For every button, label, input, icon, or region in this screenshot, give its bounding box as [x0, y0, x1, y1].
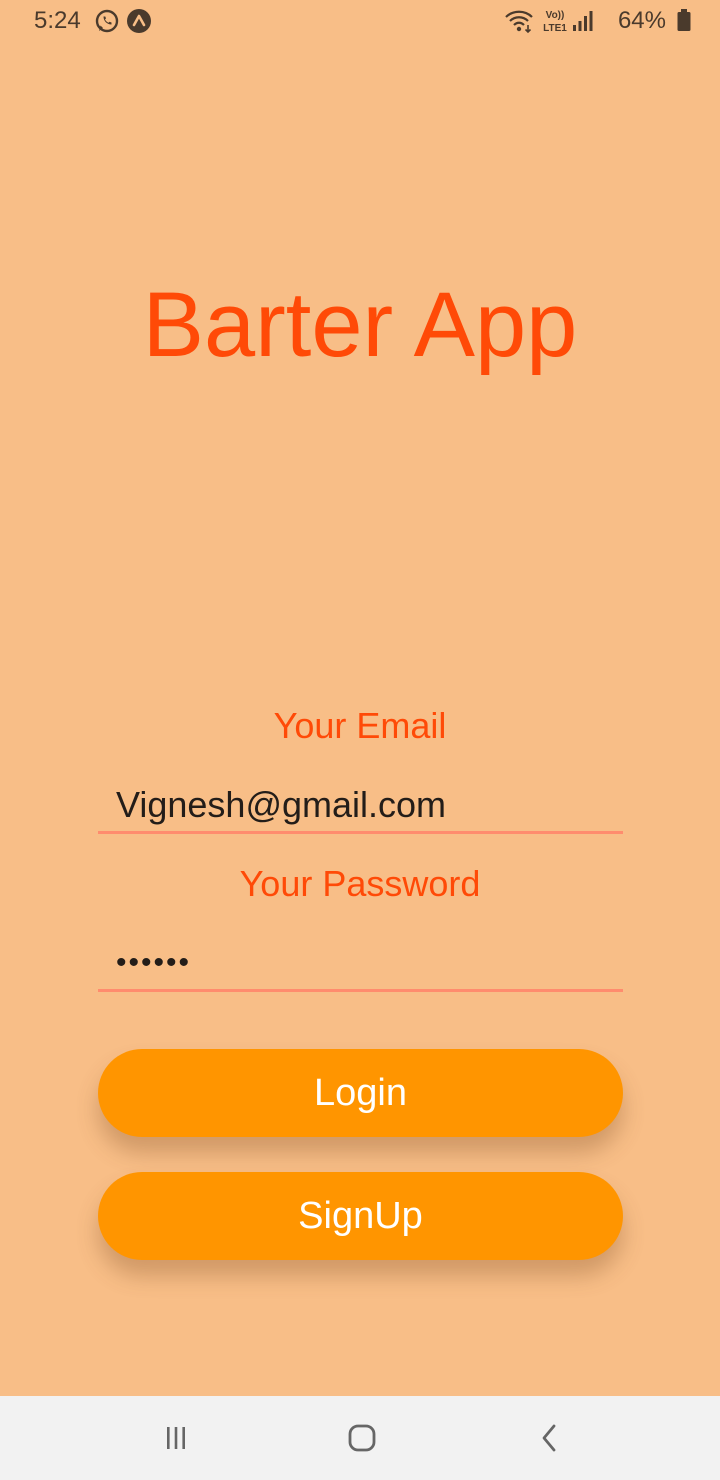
wifi-icon — [504, 8, 534, 34]
email-field[interactable] — [98, 778, 623, 834]
email-label: Your Email — [273, 705, 447, 746]
back-icon — [538, 1423, 562, 1453]
signup-button[interactable]: SignUp — [98, 1172, 623, 1260]
expo-icon — [126, 8, 152, 34]
svg-text:LTE1: LTE1 — [543, 23, 567, 34]
navigation-bar — [0, 1396, 720, 1480]
status-bar: 5:24 Vo)) LTE1 64% — [0, 0, 720, 44]
battery-percentage: 64% — [617, 7, 666, 34]
app-title: Barter App — [142, 274, 578, 376]
recent-apps-button[interactable] — [154, 1416, 198, 1460]
status-time: 5:24 — [34, 7, 81, 34]
home-icon — [347, 1423, 377, 1453]
login-button[interactable]: Login — [98, 1049, 623, 1137]
signal-icon — [572, 8, 594, 34]
home-button[interactable] — [340, 1416, 384, 1460]
whatsapp-icon — [94, 8, 120, 34]
battery-icon — [676, 8, 692, 34]
back-button[interactable] — [528, 1416, 572, 1460]
recent-apps-icon — [161, 1425, 191, 1451]
password-field[interactable] — [98, 936, 623, 992]
password-label: Your Password — [239, 863, 481, 904]
svg-text:Vo)): Vo)) — [546, 10, 565, 21]
volte-lte-icon: Vo)) LTE1 — [540, 6, 570, 36]
